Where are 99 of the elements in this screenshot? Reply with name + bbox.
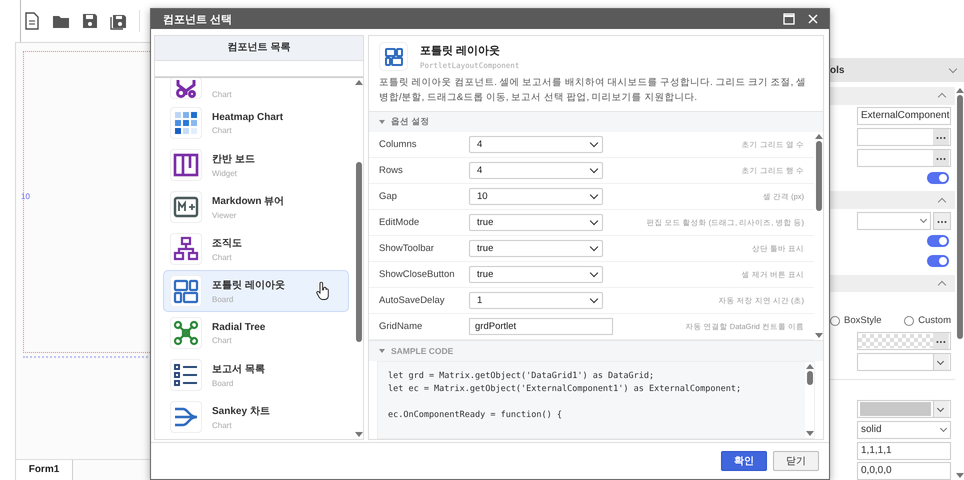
item-title: Heatmap Chart	[212, 112, 284, 122]
save-icon[interactable]	[81, 12, 99, 30]
ellipsis-icon[interactable]	[933, 333, 949, 350]
dropdown-value: 1	[477, 295, 482, 306]
item-title: 보고서 목록	[212, 363, 266, 376]
option-dropdown[interactable]: true	[469, 266, 603, 283]
confirm-button[interactable]: 확인	[721, 451, 767, 471]
option-dropdown[interactable]: 4	[469, 136, 603, 153]
option-dropdown[interactable]: 1	[469, 292, 603, 309]
grid-icon	[173, 110, 199, 136]
save-all-icon[interactable]	[110, 12, 128, 30]
dropdown[interactable]: solid	[857, 420, 951, 439]
option-dropdown[interactable]: true	[469, 240, 603, 257]
ruler-label: 10	[21, 192, 30, 201]
section-title: SAMPLE CODE	[391, 346, 454, 356]
option-dropdown[interactable]: true	[469, 214, 603, 231]
radio-label: BoxStyle	[844, 315, 882, 326]
toggle-switch[interactable]	[927, 172, 949, 184]
item-category: Chart	[212, 126, 233, 134]
dropdown-value: 4	[477, 139, 482, 150]
tree-nodes-icon	[173, 320, 199, 346]
dropdown-value: true	[477, 217, 494, 228]
toggle-switch[interactable]	[927, 235, 949, 248]
item-title: Sankey 차트	[212, 405, 271, 418]
code-text: let grd = Matrix.getObject('DataGrid1') as DataGrid; let ec = Matrix.getObject('ExternalComponent1') as ExternalComponent; ec.OnComponentReady = function() {	[387, 370, 742, 422]
text-field[interactable]: ExternalComponent	[857, 107, 951, 126]
panel-title: ols	[830, 64, 844, 76]
dropdown-value: 4	[477, 165, 482, 176]
org-chart-icon	[173, 236, 199, 262]
search-field[interactable]	[155, 60, 363, 77]
scrollbar[interactable]	[354, 78, 363, 439]
dropdown-value: solid	[861, 422, 882, 437]
picker-field[interactable]	[857, 128, 951, 146]
list-icon	[173, 362, 199, 388]
ellipsis-icon[interactable]	[933, 150, 949, 166]
component-item[interactable]: Markdown 뷰어 Viewer	[163, 186, 349, 228]
option-dropdown[interactable]: 4	[469, 162, 603, 179]
picker-field[interactable]	[857, 148, 951, 167]
network-icon	[173, 80, 199, 98]
radio-button[interactable]	[830, 316, 840, 326]
radio-button[interactable]	[904, 316, 914, 326]
hand-cursor-icon	[316, 282, 330, 300]
item-title: Markdown 뷰어	[212, 195, 286, 208]
option-name: ShowToolbar	[379, 243, 435, 254]
scrollbar[interactable]	[814, 132, 823, 340]
option-name: Columns	[379, 139, 418, 150]
section-title: 옵션 설정	[391, 116, 430, 128]
component-item[interactable]: Heatmap Chart Chart	[163, 102, 349, 144]
item-title: 포틀릿 레이아웃	[212, 279, 286, 292]
section-header[interactable]: 옵션 설정	[369, 112, 823, 132]
option-name: AutoSaveDelay	[379, 295, 446, 306]
scrollbar[interactable]	[805, 362, 814, 438]
ellipsis-icon[interactable]	[933, 129, 949, 146]
dropdown-value: 10	[477, 191, 488, 202]
close-button[interactable]: 닫기	[773, 451, 819, 471]
option-name: Rows	[379, 165, 404, 176]
item-category: Chart	[212, 90, 233, 99]
option-name: Gap	[379, 191, 398, 202]
dropdown-value: true	[477, 243, 494, 254]
option-input[interactable]: grdPortlet	[469, 318, 613, 335]
dialog-title: 컴포넌트 선택	[163, 12, 234, 26]
list-header: 컴포넌트 목록	[155, 36, 363, 60]
layout-icon	[384, 46, 404, 66]
text-field[interactable]: 0,0,0,0	[857, 462, 951, 480]
option-name: EditMode	[379, 217, 420, 228]
item-category: Board	[212, 379, 234, 388]
option-name: GridName	[379, 321, 424, 332]
ellipsis-icon[interactable]	[933, 212, 951, 230]
component-item[interactable]: 보고서 목록 Board	[163, 354, 349, 396]
item-category: Chart	[212, 336, 233, 344]
item-category: Chart	[212, 253, 233, 262]
toggle-switch[interactable]	[927, 255, 949, 268]
item-title: 칸반 보드	[212, 153, 256, 166]
form-tab[interactable]: Form1	[16, 460, 73, 480]
component-item[interactable]: 조직도 Chart	[163, 228, 349, 270]
item-category: Chart	[212, 421, 233, 430]
option-name: ShowCloseButton	[379, 269, 456, 280]
maximize-icon[interactable]	[783, 13, 795, 25]
item-category: Viewer	[212, 211, 238, 220]
component-item[interactable]: 칸반 보드 Widget	[163, 144, 349, 186]
layout-icon	[173, 278, 199, 304]
close-icon[interactable]	[807, 13, 819, 25]
pattern-field[interactable]	[857, 332, 951, 350]
markdown-icon	[173, 194, 199, 220]
scrollbar[interactable]	[955, 86, 964, 480]
component-item[interactable]: 포틀릿 레이아웃 Board	[163, 270, 349, 312]
dropdown-value: true	[477, 269, 494, 280]
component-item[interactable]: Radial Tree Chart	[163, 312, 349, 354]
item-title: 조직도	[212, 237, 243, 250]
component-title: 포틀릿 레이아웃	[420, 44, 502, 58]
option-dropdown[interactable]: 10	[469, 188, 603, 205]
radio-label: Custom	[918, 315, 951, 326]
new-document-icon[interactable]	[23, 12, 41, 30]
item-category: Board	[212, 295, 234, 304]
columns-icon	[173, 152, 199, 178]
text-field[interactable]: 1,1,1,1	[857, 442, 951, 460]
item-category: Widget	[212, 169, 238, 178]
component-item[interactable]: Sankey 차트 Chart	[163, 396, 349, 438]
item-title: Radial Tree	[212, 322, 266, 332]
